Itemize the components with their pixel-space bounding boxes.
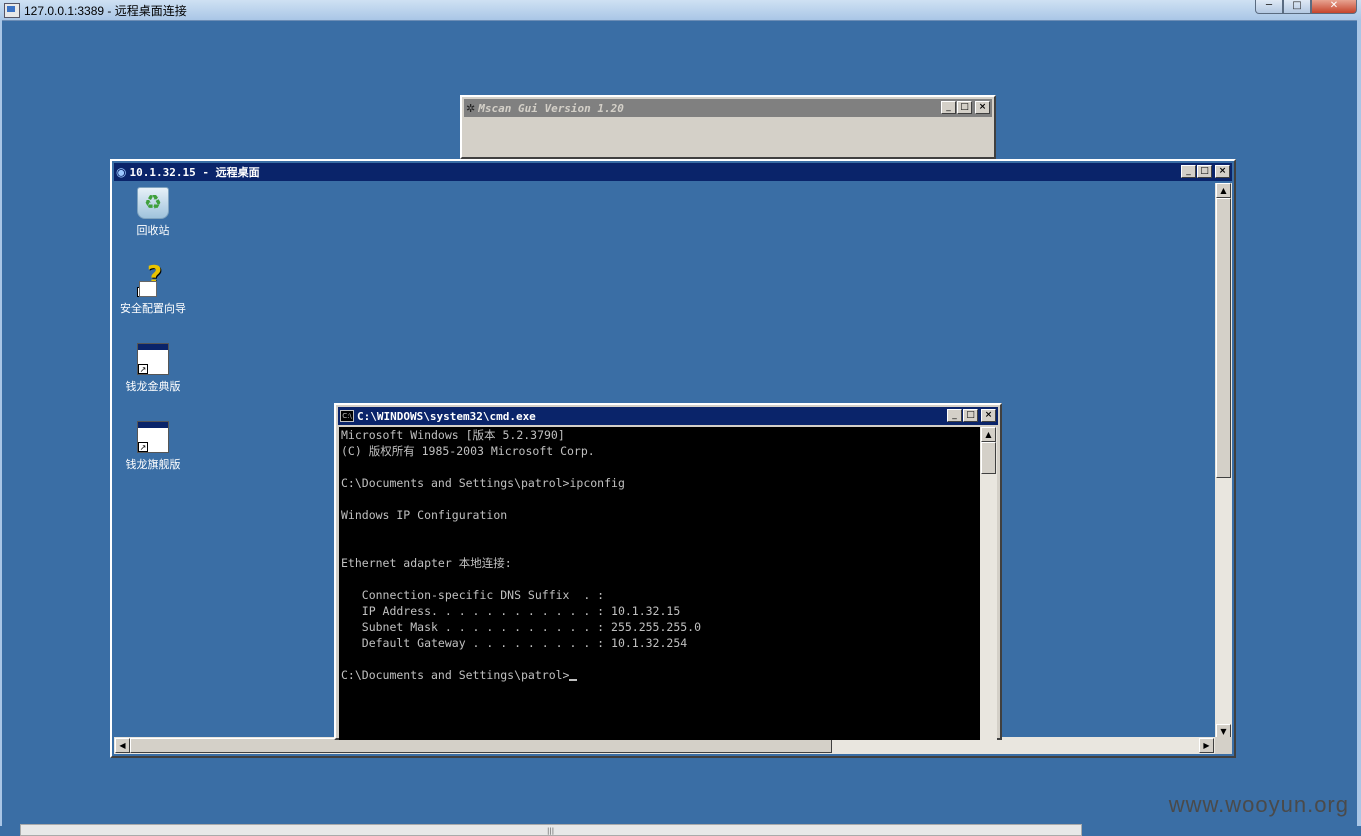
console-line: IP Address. . . . . . . . . . . . : 10.1… bbox=[341, 604, 681, 618]
mscan-minimize-button[interactable]: _ bbox=[941, 101, 956, 114]
rdp-hscroll-thumb[interactable] bbox=[130, 738, 832, 753]
mscan-titlebar[interactable]: ✲ Mscan Gui Version 1.20 _ □ × bbox=[464, 99, 992, 117]
rdp-titlebar[interactable]: ◉ 10.1.32.15 - 远程桌面 _ □ × bbox=[114, 163, 1232, 181]
console-line: Windows IP Configuration bbox=[341, 508, 508, 522]
outer-minimize-button[interactable]: ─ bbox=[1255, 0, 1283, 14]
cmd-scroll-up-button[interactable]: ▲ bbox=[981, 427, 996, 442]
outer-window-titlebar[interactable]: 127.0.0.1:3389 - 远程桌面连接 ─ □ ✕ bbox=[0, 0, 1361, 21]
cmd-icon: C:\ bbox=[340, 410, 354, 422]
scroll-grip: ||| bbox=[547, 827, 555, 835]
cmd-maximize-button[interactable]: □ bbox=[963, 409, 978, 422]
outer-frame-right bbox=[1357, 20, 1361, 826]
console-line: Microsoft Windows [版本 5.2.3790] bbox=[341, 428, 565, 442]
recycle-bin-icon bbox=[137, 187, 169, 219]
rdp-scroll-left-button[interactable]: ◀ bbox=[115, 738, 130, 753]
security-wizard-icon: ↗ bbox=[137, 261, 169, 297]
outer-horizontal-scrollbar[interactable]: ||| bbox=[20, 824, 1082, 836]
mscan-app-icon: ✲ bbox=[466, 101, 476, 115]
cmd-vscroll-thumb[interactable] bbox=[981, 442, 996, 474]
console-prompt: C:\Documents and Settings\patrol> bbox=[341, 668, 570, 682]
outer-window-title: 127.0.0.1:3389 - 远程桌面连接 bbox=[24, 4, 187, 18]
mscan-close-button[interactable]: × bbox=[975, 101, 990, 114]
desktop-icon-qianlong-classic[interactable]: ↗ 钱龙金典版 bbox=[108, 343, 198, 394]
cmd-close-button[interactable]: × bbox=[981, 409, 996, 422]
console-line: (C) 版权所有 1985-2003 Microsoft Corp. bbox=[341, 444, 595, 458]
console-line: Connection-specific DNS Suffix . : bbox=[341, 588, 605, 602]
desktop-icon-label: 钱龙金典版 bbox=[125, 380, 181, 393]
mscan-window-title: Mscan Gui Version 1.20 bbox=[478, 101, 624, 115]
outer-close-button[interactable]: ✕ bbox=[1311, 0, 1357, 14]
watermark: www.wooyun.org bbox=[1168, 792, 1349, 817]
desktop-icon-label: 回收站 bbox=[136, 224, 170, 237]
cmd-window[interactable]: C:\ C:\WINDOWS\system32\cmd.exe _ □ × Mi… bbox=[334, 403, 1002, 740]
rdp-scroll-up-button[interactable]: ▲ bbox=[1216, 183, 1231, 198]
remote-desktop-icon bbox=[4, 3, 20, 18]
console-line: Subnet Mask . . . . . . . . . . . : 255.… bbox=[341, 620, 702, 634]
desktop-icon-qianlong-flagship[interactable]: ↗ 钱龙旗舰版 bbox=[108, 421, 198, 472]
desktop-icon-label: 钱龙旗舰版 bbox=[125, 458, 181, 471]
text-cursor bbox=[569, 679, 578, 681]
desktop-icon-recycle-bin[interactable]: 回收站 bbox=[108, 187, 198, 238]
cmd-minimize-button[interactable]: _ bbox=[947, 409, 962, 422]
rdp-window-title: 10.1.32.15 - 远程桌面 bbox=[129, 166, 260, 179]
rdp-vscroll-thumb[interactable] bbox=[1216, 198, 1231, 478]
rdp-app-icon: ◉ bbox=[116, 165, 127, 179]
rdp-minimize-button[interactable]: _ bbox=[1181, 165, 1196, 178]
mscan-window[interactable]: ✲ Mscan Gui Version 1.20 _ □ × bbox=[460, 95, 996, 159]
console-line: Ethernet adapter 本地连接: bbox=[341, 556, 512, 570]
rdp-vertical-scrollbar[interactable]: ▲ ▼ bbox=[1215, 183, 1232, 739]
cmd-vertical-scrollbar[interactable]: ▲ bbox=[980, 427, 997, 740]
rdp-maximize-button[interactable]: □ bbox=[1197, 165, 1212, 178]
rdp-scroll-right-button[interactable]: ▶ bbox=[1199, 738, 1214, 753]
resize-grip[interactable] bbox=[1215, 737, 1232, 754]
mscan-maximize-button[interactable]: □ bbox=[957, 101, 972, 114]
desktop-icon-label: 安全配置向导 bbox=[120, 302, 186, 315]
console-prompt-line[interactable]: C:\Documents and Settings\patrol> bbox=[339, 667, 980, 683]
app-shortcut-icon: ↗ bbox=[137, 421, 169, 453]
cmd-titlebar[interactable]: C:\ C:\WINDOWS\system32\cmd.exe _ □ × bbox=[338, 407, 998, 425]
cmd-window-title: C:\WINDOWS\system32\cmd.exe bbox=[357, 409, 536, 423]
cmd-console-output[interactable]: Microsoft Windows [版本 5.2.3790] (C) 版权所有… bbox=[339, 427, 980, 740]
app-shortcut-icon: ↗ bbox=[137, 343, 169, 375]
console-line: C:\Documents and Settings\patrol>ipconfi… bbox=[341, 476, 625, 490]
desktop-icon-security-wizard[interactable]: ↗ 安全配置向导 bbox=[108, 261, 198, 316]
outer-maximize-button[interactable]: □ bbox=[1283, 0, 1311, 14]
outer-frame-left bbox=[0, 20, 2, 826]
rdp-close-button[interactable]: × bbox=[1215, 165, 1230, 178]
console-line: Default Gateway . . . . . . . . . : 10.1… bbox=[341, 636, 688, 650]
